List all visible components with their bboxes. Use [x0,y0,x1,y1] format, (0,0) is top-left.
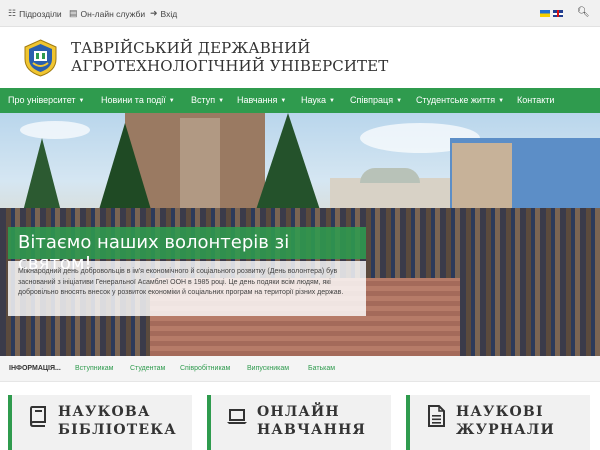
university-name-line2: АГРОТЕХНОЛОГІЧНИЙ УНІВЕРСИТЕТ [71,57,389,75]
card-title-line1: НАУКОВА [58,404,151,420]
card-title-line1: ОНЛАЙН [257,404,340,420]
nav-item-label: Контакти [517,95,555,105]
nav-item-admission[interactable]: Вступ ▼ [191,95,224,105]
sitemap-icon: ☷ [8,8,17,18]
nav-item-student-life[interactable]: Студентське життя ▼ [416,95,504,105]
topbar-link-label: Он-лайн служби [80,8,146,19]
card-scientific-library[interactable]: НАУКОВА БІБЛІОТЕКА [8,395,192,450]
university-logo[interactable] [23,39,58,77]
topbar-link-online-services[interactable]: ▤ Он-лайн служби [69,8,145,19]
info-link-graduates[interactable]: Випускникам [247,365,289,372]
login-icon: ➜ [150,8,158,18]
nav-item-label: Про університет [8,95,76,105]
chevron-down-icon: ▼ [168,98,175,104]
info-label: ІНФОРМАЦІЯ... [9,365,61,372]
chevron-down-icon: ▼ [218,98,225,104]
nav-item-label: Навчання [237,95,278,105]
info-link-parents[interactable]: Батькам [308,365,335,372]
nav-item-science[interactable]: Наука ▼ [301,95,335,105]
card-title-line2: ЖУРНАЛИ [456,422,555,438]
laptop-icon [227,409,247,424]
info-link-staff[interactable]: Співробітникам [180,365,230,372]
chevron-down-icon: ▼ [498,98,505,104]
nav-item-news[interactable]: Новини та події ▼ [101,95,175,105]
book-icon [29,406,46,427]
hero-slide-text: Міжнародний день добровольців в ім'я еко… [8,261,366,316]
card-title-line2: БІБЛІОТЕКА [58,422,177,438]
nav-item-label: Новини та події [101,95,166,105]
chevron-down-icon: ▼ [78,98,85,104]
chevron-down-icon: ▼ [280,98,287,104]
main-navigation: Про університет ▼ Новини та події ▼ Вступ ▼… [0,88,600,113]
ukrainian-flag-icon[interactable] [540,10,550,17]
chevron-down-icon: ▼ [396,98,403,104]
info-link-applicants[interactable]: Вступникам [75,365,113,372]
nav-item-cooperation[interactable]: Співпраця ▼ [350,95,402,105]
info-link-students[interactable]: Студентам [130,365,165,372]
topbar-link-label: Підрозділи [19,8,62,19]
card-online-learning[interactable]: ОНЛАЙН НАВЧАННЯ [207,395,391,450]
monitor-icon: ▤ [69,8,78,18]
nav-item-label: Вступ [191,95,216,105]
nav-item-contacts[interactable]: Контакти [517,95,554,105]
top-utility-bar: ☷ Підрозділи ▤ Он-лайн служби ➜ Вхід 🔍︎ [0,0,600,27]
nav-item-about[interactable]: Про університет ▼ [8,95,84,105]
chevron-down-icon: ▼ [329,98,335,104]
document-icon [428,405,445,427]
card-title-line1: НАУКОВІ [456,404,544,420]
nav-item-label: Наука [301,95,327,105]
university-name-line1: ТАВРІЙСЬКИЙ ДЕРЖАВНИЙ [71,39,311,57]
hero-slide-title[interactable]: Вітаємо наших волонтерів зі святом! [8,227,366,274]
english-flag-icon[interactable] [553,10,563,17]
nav-item-education[interactable]: Навчання ▼ [237,95,286,105]
search-icon[interactable]: 🔍︎ [577,7,590,18]
university-name[interactable]: ТАВРІЙСЬКИЙ ДЕРЖАВНИЙ АГРОТЕХНОЛОГІЧНИЙ … [71,39,388,75]
audience-info-bar: ІНФОРМАЦІЯ... Вступникам Студентам Співр… [0,356,600,382]
topbar-link-label: Вхід [160,8,178,19]
topbar-link-login[interactable]: ➜ Вхід [150,8,177,19]
topbar-link-departments[interactable]: ☷ Підрозділи [8,8,62,19]
card-title-line2: НАВЧАННЯ [257,422,367,438]
card-scientific-journals[interactable]: НАУКОВІ ЖУРНАЛИ [406,395,590,450]
nav-item-label: Співпраця [350,95,394,105]
nav-item-label: Студентське життя [416,95,496,105]
